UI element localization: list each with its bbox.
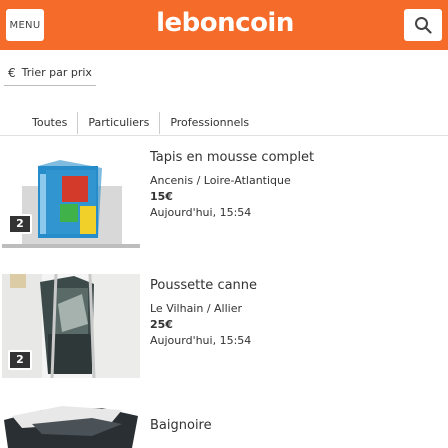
- sort-label: Trier par prix: [21, 66, 92, 79]
- listing-photo[interactable]: [2, 402, 140, 448]
- listing-photo[interactable]: 2: [2, 156, 140, 248]
- photo-count: 2: [16, 217, 24, 230]
- search-button[interactable]: [404, 9, 442, 41]
- listing-info: Poussette canne Le Vilhain / Allier 25€ …: [150, 278, 440, 347]
- euro-icon: €: [8, 66, 16, 80]
- sort-by-price-button[interactable]: € Trier par prix: [4, 62, 96, 86]
- tab-professional[interactable]: Professionnels: [159, 111, 259, 134]
- listing-date: Aujourd'hui, 15:54: [150, 334, 252, 347]
- photo-count-badge: 2: [8, 350, 32, 370]
- listing-photo-image: [2, 156, 140, 248]
- listing-item[interactable]: 2 Tapis en mousse complet Ancenis / Loir…: [0, 150, 448, 250]
- photo-count: 2: [16, 353, 24, 366]
- listing-date: Aujourd'hui, 15:54: [150, 206, 252, 219]
- photo-count-badge: 2: [8, 214, 32, 234]
- listing-info: Tapis en mousse complet Ancenis / Loire-…: [150, 150, 440, 219]
- header-bar: MENU leboncoin: [0, 0, 448, 50]
- menu-button[interactable]: MENU: [6, 9, 44, 41]
- listing-title[interactable]: Baignoire: [150, 418, 440, 433]
- brand-logo[interactable]: leboncoin: [150, 8, 300, 38]
- listing-info: Baignoire: [150, 418, 440, 433]
- tab-all[interactable]: Toutes: [0, 112, 77, 134]
- listing-price: 15€: [150, 190, 173, 203]
- search-icon: [415, 17, 432, 34]
- listing-photo-image: [2, 402, 140, 448]
- listing-item[interactable]: Baignoire: [0, 402, 448, 448]
- listing-price: 25€: [150, 318, 173, 331]
- listing-item[interactable]: 2 Poussette canne Le Vilhain / Allier 25…: [0, 274, 448, 378]
- menu-button-label: MENU: [9, 19, 41, 31]
- listing-title[interactable]: Tapis en mousse complet: [150, 150, 440, 165]
- listing-location: Ancenis / Loire-Atlantique: [150, 174, 291, 187]
- page: MENU leboncoin € Trier par prix Toutes P…: [0, 0, 448, 448]
- tab-private[interactable]: Particuliers: [77, 111, 159, 134]
- seller-filter-tabs: Toutes Particuliers Professionnels: [0, 110, 448, 136]
- listing-photo[interactable]: 2: [2, 274, 140, 378]
- listing-location: Le Vilhain / Allier: [150, 302, 243, 315]
- listing-title[interactable]: Poussette canne: [150, 278, 440, 293]
